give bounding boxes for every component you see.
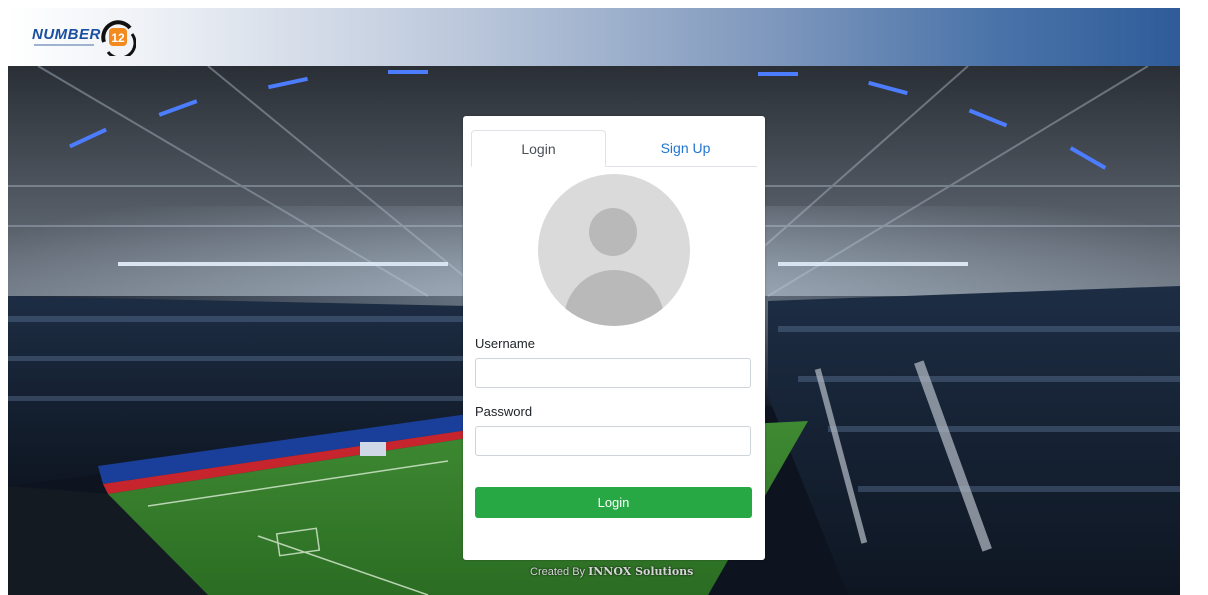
footer-credit: Created By INNOX Solutions bbox=[530, 565, 693, 578]
company-name: INNOX Solutions bbox=[588, 565, 694, 578]
user-avatar-placeholder bbox=[538, 174, 690, 326]
soccer-ball-icon: 12 bbox=[101, 20, 136, 56]
password-input[interactable] bbox=[475, 426, 751, 456]
username-input[interactable] bbox=[475, 358, 751, 388]
brand-logo[interactable]: NUMBER 12 bbox=[32, 18, 142, 58]
password-label: Password bbox=[475, 404, 533, 419]
tab-sign-up[interactable]: Sign Up bbox=[614, 130, 757, 166]
created-by-text: Created By bbox=[530, 566, 586, 578]
logo-text: NUMBER bbox=[32, 26, 101, 43]
tab-login[interactable]: Login bbox=[471, 130, 606, 167]
logo-number: 12 bbox=[111, 31, 125, 45]
page: NUMBER 12 Login Sign Up Username Passwor… bbox=[0, 0, 1208, 595]
top-header: NUMBER 12 bbox=[8, 8, 1180, 66]
avatar-head bbox=[589, 208, 637, 256]
login-card: Login Sign Up Username Password Login bbox=[463, 116, 765, 560]
login-button[interactable]: Login bbox=[475, 487, 752, 518]
avatar-body bbox=[564, 270, 664, 326]
username-label: Username bbox=[475, 336, 535, 351]
logo-underline bbox=[34, 44, 94, 46]
auth-tabs: Login Sign Up bbox=[471, 130, 757, 167]
